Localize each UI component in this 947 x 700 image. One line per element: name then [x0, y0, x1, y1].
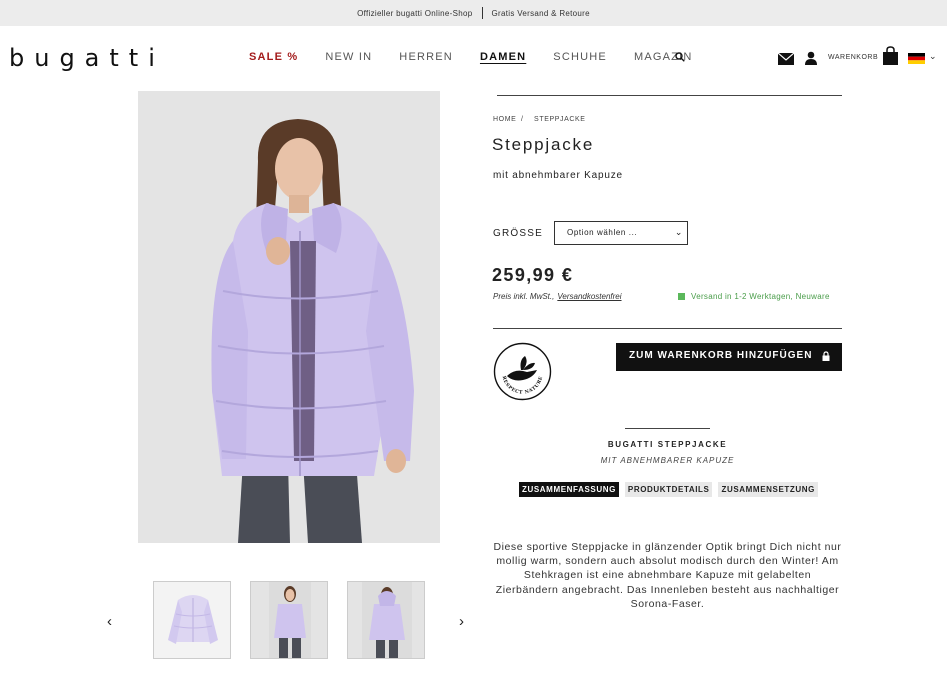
product-title: Steppjacke: [492, 135, 595, 154]
breadcrumb-home[interactable]: HOME: [493, 116, 516, 123]
price-note: Preis inkl. MwSt., Versandkostenfrei: [493, 292, 622, 301]
shipping-info: Versand in 1-2 Werktagen, Neuware: [691, 292, 830, 301]
description-title: BUGATTI STEPPJACKE: [607, 440, 728, 449]
description-body: Diese sportive Steppjacke in glänzender …: [493, 541, 842, 610]
nav-item-new-in[interactable]: NEW IN: [325, 51, 372, 63]
thumbnail-model-front[interactable]: [250, 581, 328, 659]
description-subtitle: MIT ABNEHMBARER KAPUZE: [600, 456, 735, 465]
cart-label[interactable]: WARENKORB: [828, 54, 878, 61]
breadcrumb-separator: /: [520, 116, 524, 123]
middle-divider: [493, 328, 842, 329]
description-tabs: ZUSAMMENFASSUNG PRODUKTDETAILS ZUSAMMENS…: [519, 482, 824, 497]
top-divider: [497, 95, 842, 96]
gallery-next-arrow-icon[interactable]: ›: [459, 613, 464, 630]
chevron-down-icon: ⌄: [674, 227, 683, 237]
user-icon[interactable]: [805, 51, 817, 65]
official-shop-text: Offizieller bugatti Online-Shop: [357, 8, 473, 18]
product-main-image[interactable]: [138, 91, 440, 543]
model-back-thumbnail-image: [348, 582, 424, 658]
chevron-down-icon[interactable]: ⌄: [929, 51, 937, 62]
price-note-text: Preis inkl. MwSt.,: [493, 292, 555, 301]
breadcrumb-steppjacke[interactable]: STEPPJACKE: [534, 116, 586, 123]
bag-icon[interactable]: [882, 46, 899, 65]
lock-icon: [822, 351, 830, 361]
product-price: 259,99 €: [492, 265, 574, 285]
site-header: bugatti SALE % NEW IN HERREN DAMEN SCHUH…: [0, 26, 947, 90]
nav-item-schuhe[interactable]: SCHUHE: [553, 51, 607, 63]
product-subtitle: mit abnehmbarer Kapuze: [493, 170, 623, 181]
description-divider: [625, 428, 710, 429]
gallery-prev-arrow-icon[interactable]: ‹: [107, 613, 112, 630]
free-shipping-text: Gratis Versand & Retoure: [491, 8, 590, 18]
shipping-cost-link[interactable]: Versandkostenfrei: [557, 292, 621, 301]
nav-item-herren[interactable]: HERREN: [399, 51, 453, 63]
main-nav: SALE % NEW IN HERREN DAMEN SCHUHE MAGAZI…: [249, 51, 719, 63]
model-front-thumbnail-image: [251, 582, 327, 658]
add-to-cart-button[interactable]: ZUM WARENKORB HINZUFÜGEN: [616, 343, 842, 371]
topbar-divider: [481, 7, 483, 19]
tab-zusammensetzung[interactable]: ZUSAMMENSETZUNG: [718, 482, 818, 497]
flag-de-icon[interactable]: [908, 53, 925, 64]
thumbnail-model-back[interactable]: [347, 581, 425, 659]
search-icon[interactable]: [675, 52, 685, 62]
size-select-value: Option wählen ...: [567, 228, 638, 237]
bugatti-logo[interactable]: bugatti: [9, 44, 165, 72]
model-jacket-illustration: [138, 91, 440, 543]
size-label: GRÖSSE: [493, 228, 543, 239]
add-to-cart-label: ZUM WARENKORB HINZUFÜGEN: [629, 350, 813, 361]
thumbnail-front-jacket[interactable]: [153, 581, 231, 659]
respect-nature-badge-icon: RESPECT NATURE: [493, 342, 552, 401]
top-info-bar: Offizieller bugatti Online-Shop Gratis V…: [0, 0, 947, 26]
breadcrumb: HOME / STEPPJACKE: [493, 116, 586, 123]
size-select[interactable]: Option wählen ... ⌄: [554, 221, 688, 245]
in-stock-indicator: [678, 293, 685, 300]
nav-item-sale[interactable]: SALE %: [249, 51, 298, 63]
tab-produktdetails[interactable]: PRODUKTDETAILS: [624, 482, 713, 497]
jacket-thumbnail-image: [154, 582, 230, 658]
tab-zusammenfassung[interactable]: ZUSAMMENFASSUNG: [519, 482, 619, 497]
nav-item-damen[interactable]: DAMEN: [480, 51, 526, 63]
mail-icon[interactable]: [778, 53, 794, 65]
